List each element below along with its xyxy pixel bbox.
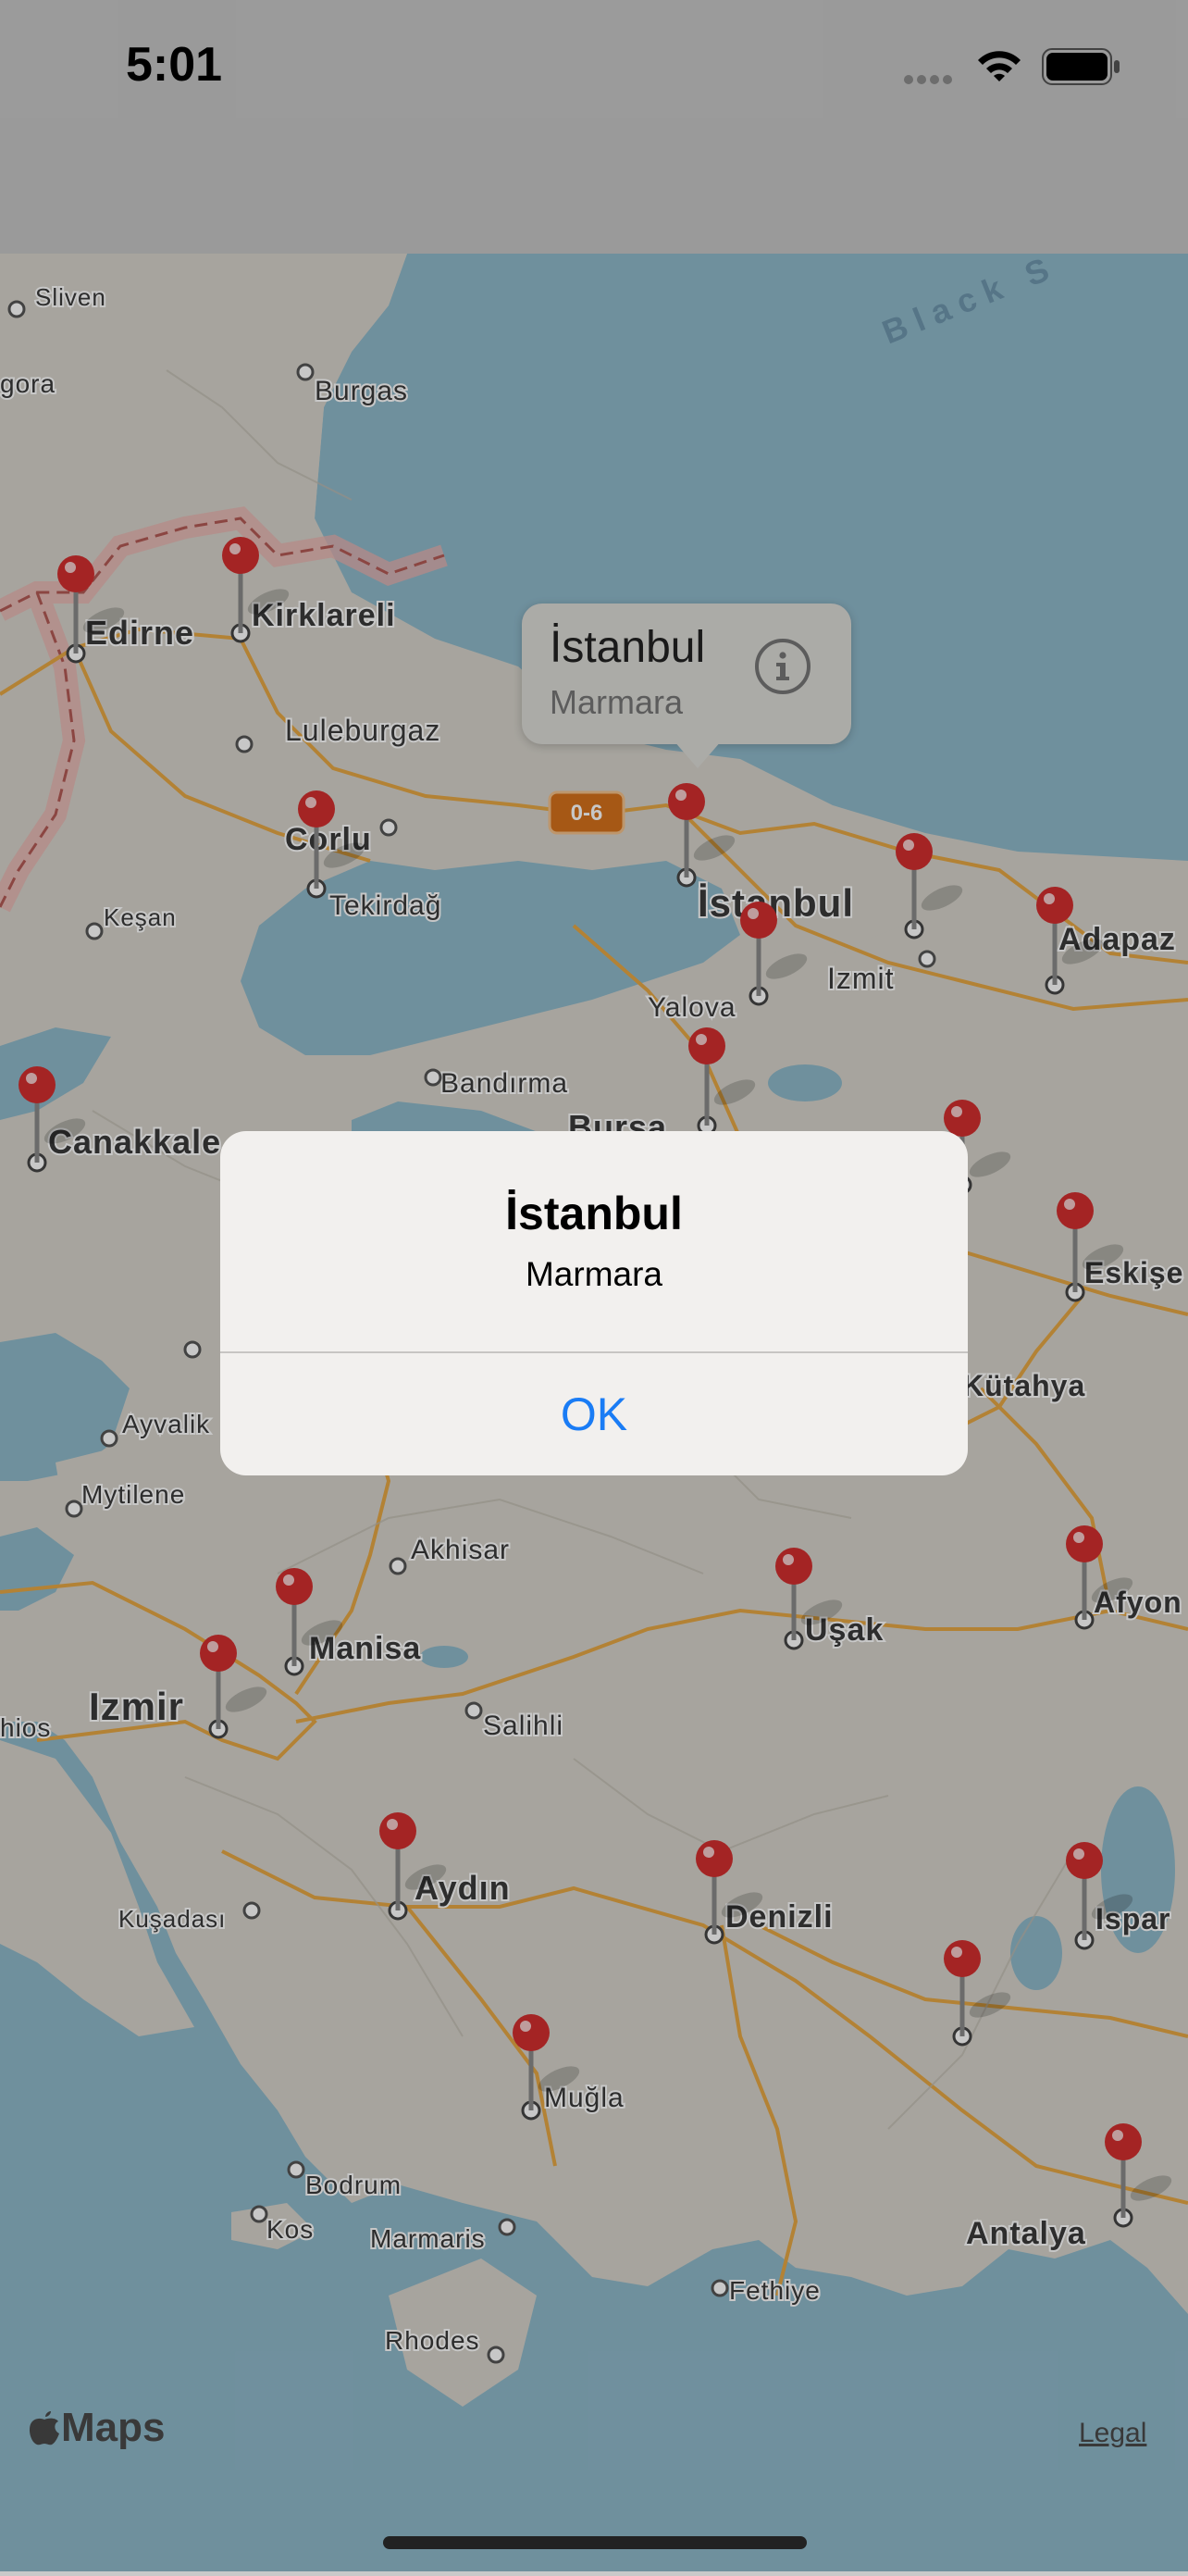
wifi-icon [978, 51, 1021, 81]
status-bar: 5:01 [0, 0, 1188, 139]
city-label: Sliven [35, 283, 106, 311]
city-label: Rhodes [385, 2326, 480, 2355]
city-dot [242, 1901, 261, 1920]
city-dot [85, 922, 104, 940]
city-dot [424, 1068, 442, 1087]
city-label: Ayvalik [122, 1410, 210, 1438]
city-label: Izmir [89, 1685, 184, 1728]
callout-tail [674, 740, 722, 768]
city-label: gora [0, 369, 56, 398]
road-shield-label: 0-6 [571, 801, 603, 826]
city-dot [464, 1701, 483, 1720]
map-callout[interactable]: İstanbul Marmara [522, 604, 851, 744]
ok-button[interactable]: OK [220, 1353, 968, 1475]
legal-link[interactable]: Legal [1079, 2418, 1146, 2449]
city-label: Kütahya [962, 1369, 1085, 1402]
navigation-bar [0, 139, 1188, 255]
city-dot [296, 363, 315, 381]
maps-label: Maps [61, 2405, 166, 2450]
city-label: Salihli [483, 1711, 563, 1741]
city-label: Fethiye [729, 2276, 821, 2305]
city-label: Tekirdağ [329, 890, 441, 921]
city-dot [7, 300, 26, 318]
city-label: Keşan [104, 903, 177, 931]
city-label: Akhisar [411, 1535, 510, 1565]
callout-subtitle: Marmara [550, 683, 684, 721]
city-dot [183, 1340, 202, 1359]
city-dot [379, 818, 398, 837]
city-dot [918, 950, 936, 968]
city-dot [711, 2279, 729, 2297]
city-label: Izmit [827, 962, 895, 995]
alert-dialog: İstanbul Marmara OK [220, 1131, 968, 1475]
city-label: Yalova [648, 992, 736, 1023]
apple-icon [29, 2411, 59, 2445]
alert-message: Marmara [525, 1255, 663, 1293]
city-label: Kuşadası [118, 1905, 226, 1933]
city-label: Bodrum [305, 2171, 402, 2199]
city-dot [250, 2205, 268, 2223]
info-icon[interactable] [755, 639, 811, 694]
city-label: Antalya [966, 2216, 1086, 2251]
city-dot [498, 2218, 516, 2236]
city-label: Marmaris [370, 2224, 486, 2253]
status-time: 5:01 [126, 38, 223, 92]
city-label: Kos [266, 2215, 314, 2244]
alert-title: İstanbul [505, 1188, 683, 1239]
signal-dots-icon [904, 75, 952, 84]
city-dot [65, 1500, 83, 1518]
battery-icon [1042, 48, 1120, 85]
city-label: Bandırma [440, 1068, 568, 1099]
city-label: Burgas [315, 376, 408, 406]
city-dot [235, 735, 254, 753]
city-dot [287, 2160, 305, 2179]
city-dot [487, 2346, 505, 2364]
city-dot [389, 1557, 407, 1575]
callout-title: İstanbul [550, 623, 706, 672]
city-label: Luleburgaz [285, 714, 440, 747]
city-dot [100, 1429, 118, 1448]
home-indicator [383, 2536, 807, 2549]
apple-maps-logo: Maps [28, 2405, 165, 2460]
city-label: hios [0, 1713, 51, 1742]
city-label: Mytilene [81, 1480, 185, 1509]
